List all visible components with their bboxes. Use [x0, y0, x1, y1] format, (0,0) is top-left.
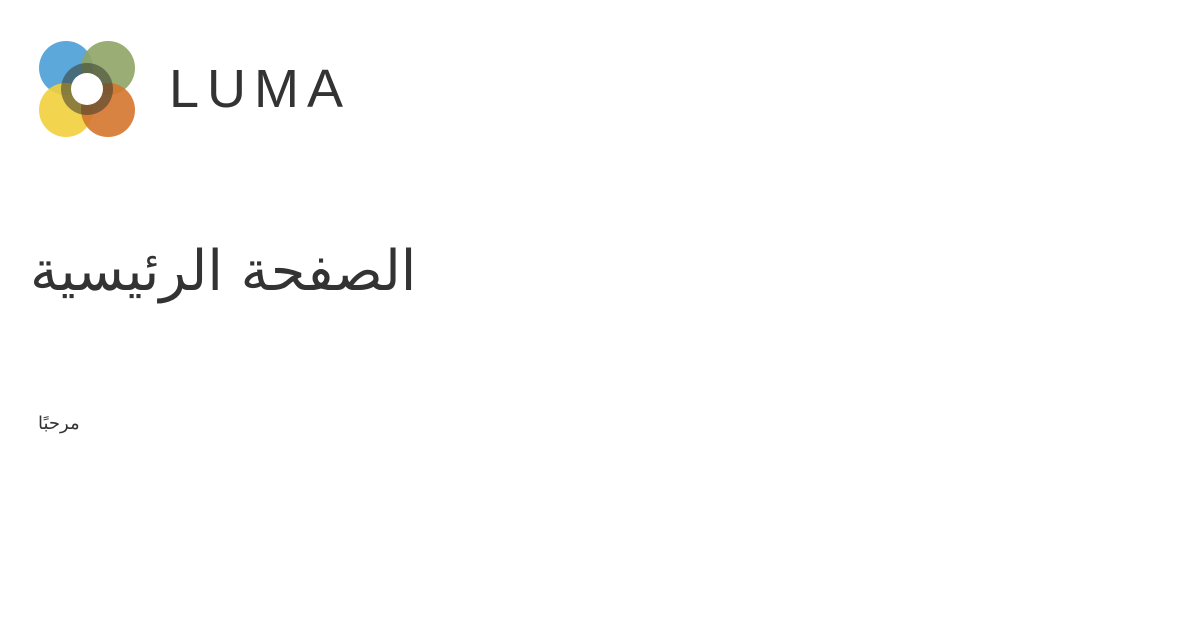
page-title: الصفحة الرئيسية: [30, 239, 417, 304]
luma-logo-icon: [39, 41, 135, 137]
logo-wordmark: LUMA: [169, 59, 352, 119]
greeting-text: مرحبًا: [38, 413, 80, 434]
logo[interactable]: LUMA: [36, 38, 351, 140]
